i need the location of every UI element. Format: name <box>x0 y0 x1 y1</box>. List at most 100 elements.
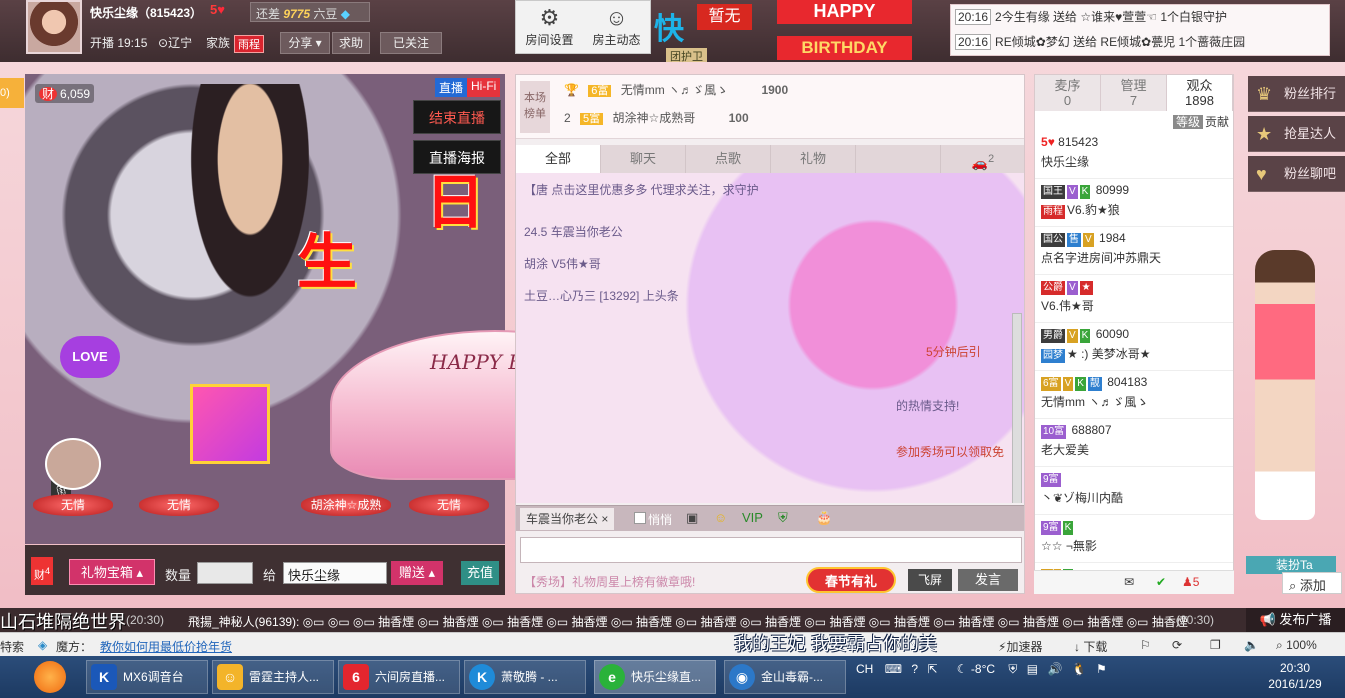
viewer-item[interactable]: 9富 丶❦ゾ梅川内酷 <box>1035 467 1233 515</box>
host-avatar[interactable] <box>26 0 82 54</box>
start-button[interactable] <box>34 661 66 693</box>
emoji-icon[interactable]: ☺ <box>714 510 727 525</box>
tab-chat[interactable]: 聊天 <box>601 145 686 173</box>
chat-scrollbar[interactable] <box>1012 313 1022 503</box>
tab-mic-queue[interactable]: 麦序 0 <box>1035 75 1101 111</box>
viewer-item[interactable]: 国公售 V 1984 点名字进房间冲苏鼎天 <box>1035 227 1233 275</box>
tab-viewers[interactable]: 观众 1898 <box>1167 75 1233 111</box>
accelerator-button[interactable]: ⚡加速器 <box>998 638 1042 655</box>
marquee-time: (20:30) <box>126 613 165 627</box>
gift-box-button[interactable]: 礼物宝箱 ▴ <box>69 559 155 585</box>
viewer-item[interactable]: 6富 V K 靓 804183 无情mm ヽ♬ゞ風ゝ <box>1035 371 1233 419</box>
wealth-badge[interactable]: 财4 <box>31 557 53 585</box>
seat-item[interactable]: 无情 <box>33 494 113 516</box>
ime-indicator[interactable]: CH <box>856 662 873 676</box>
taskbar-item[interactable]: K MX6调音台 <box>86 660 208 694</box>
send-gift-button[interactable]: 赠送 ▴ <box>391 561 443 585</box>
volume-icon[interactable]: 🔊 <box>1047 662 1062 676</box>
help-icon[interactable]: ? <box>911 662 918 676</box>
add-friend-button[interactable]: ⌕ 添加 <box>1282 572 1342 594</box>
magic-link[interactable]: 教你如何用最低价抢年货 <box>100 638 232 655</box>
help-button[interactable]: 求助 <box>332 32 370 54</box>
family-badge[interactable]: 雨程 <box>234 35 264 53</box>
seat-item[interactable]: 胡涂神☆成熟 <box>301 494 391 516</box>
rank-row[interactable]: 🏆 6富 无情mm ヽ♬ゞ風ゝ 1900 <box>564 81 788 107</box>
pointer-icon[interactable]: ⇱ <box>927 662 937 676</box>
flag-icon[interactable]: ⚑ <box>1096 662 1107 676</box>
spring-gift-button[interactable]: 春节有礼 <box>806 567 896 593</box>
app-icon: e <box>599 664 625 690</box>
bday-char: 生 <box>297 229 357 296</box>
family-label: 家族 <box>206 36 231 50</box>
chat-input[interactable] <box>520 537 1022 563</box>
whisper-checkbox[interactable] <box>634 512 646 524</box>
chat-message-area[interactable]: 【唐 点击这里优惠多多 代理求关注，求守护 24.5 车震当你老公 胡涂 V5伟… <box>516 173 1024 503</box>
star-icon: ★ <box>1256 124 1273 144</box>
taskbar-item[interactable]: 6 六间房直播... <box>338 660 460 694</box>
fan-chat-button[interactable]: ♥ 粉丝聊吧 <box>1248 156 1345 192</box>
network-icon[interactable]: ▤ <box>1027 662 1038 676</box>
keyboard-icon[interactable]: ⌨ <box>885 662 902 676</box>
publish-broadcast-button[interactable]: 📢 发布广播 <box>1246 608 1345 632</box>
quantity-input[interactable] <box>197 562 253 584</box>
image-icon[interactable]: ▣ <box>686 510 698 526</box>
mail-icon[interactable]: ✉ <box>1124 575 1134 589</box>
download-button[interactable]: ↓ 下载 <box>1074 638 1107 655</box>
birthday-banner[interactable]: 快 暂无 团护卫 HAPPY BIRTHDAY <box>652 0 942 62</box>
avatar-figure[interactable] <box>1255 250 1315 520</box>
sort-by-level[interactable]: 等级 <box>1172 115 1203 129</box>
browser-status-bar: 特索 ◈ 魔方： 教你如何用最低价抢年货 ⚡加速器 ↓ 下载 ⚐ ⟳ ❐ 🔈 ⌕… <box>0 632 1345 656</box>
vip-icon[interactable]: VIP <box>742 510 763 525</box>
window-icon[interactable]: ❐ <box>1210 638 1221 652</box>
taskbar-item[interactable]: K 萧敬腾 - ... <box>464 660 586 694</box>
temperature[interactable]: -8°C <box>971 662 995 676</box>
chat-message: 土豆…心乃三 [13292] 上头条 <box>524 289 679 303</box>
refresh-icon[interactable]: ⟳ <box>1172 638 1182 652</box>
cake-icon[interactable]: 🎂 <box>816 510 832 526</box>
recharge-button[interactable]: 充值 <box>461 561 499 585</box>
sort-by-contrib[interactable]: 贡献 <box>1205 115 1229 129</box>
viewer-item[interactable]: 男爵 V K 60090 园梦 ★ :) 美梦冰哥★ <box>1035 323 1233 371</box>
tab-car[interactable]: 🚗2 <box>941 145 1024 173</box>
gear-icon: ⚙ <box>539 5 560 30</box>
viewer-item[interactable]: 国王 V K 80999 雨程 V6.豹★狼 <box>1035 179 1233 227</box>
system-clock[interactable]: 20:30 2016/1/29 <box>1260 660 1330 692</box>
viewer-item[interactable]: 5♥ 815423 快乐尘缘 <box>1035 131 1233 179</box>
tab-extra[interactable] <box>856 145 941 173</box>
tab-gift[interactable]: 礼物 <box>771 145 856 173</box>
app-icon: ◉ <box>729 664 755 690</box>
seat-avatar[interactable] <box>45 438 101 490</box>
rank-row[interactable]: 2 5富 胡涂神☆成熟哥 100 <box>564 109 749 135</box>
chat-promo[interactable]: 【秀场】礼物周星上榜有徽章哦! <box>524 573 695 590</box>
tab-song[interactable]: 点歌 <box>686 145 771 173</box>
zoom-control[interactable]: ⌕ 100% <box>1276 638 1317 653</box>
viewer-item[interactable]: 9富 K ☆☆ ¬無影 <box>1035 515 1233 563</box>
recipient-select[interactable]: 快乐尘缘 <box>283 562 387 584</box>
viewer-item[interactable]: 10富 688807 老大爱美 <box>1035 419 1233 467</box>
guard-icon[interactable]: ⛨ <box>778 510 788 526</box>
qq-icon[interactable]: 🐧 <box>1072 662 1087 676</box>
fly-screen-button[interactable]: 飞屏 <box>908 569 952 591</box>
flag-icon[interactable]: ⚐ <box>1140 638 1151 652</box>
star-talent-button[interactable]: ★ 抢星达人 <box>1248 116 1345 152</box>
check-icon[interactable]: ✔ <box>1156 575 1166 589</box>
chat-target-select[interactable]: 车震当你老公 × <box>520 508 615 530</box>
volume-icon[interactable]: 🔈 <box>1244 638 1259 652</box>
taskbar-item[interactable]: e 快乐尘缘直... <box>594 660 716 694</box>
tab-admins[interactable]: 管理 7 <box>1101 75 1167 111</box>
taskbar-item[interactable]: ☺ 雷霆主持人... <box>212 660 334 694</box>
seat-item[interactable]: 无情 <box>139 494 219 516</box>
end-live-button[interactable]: 结束直播 <box>413 100 501 134</box>
shield-icon[interactable]: ⛨ <box>1008 662 1017 676</box>
follow-button[interactable]: 已关注 <box>380 32 442 54</box>
taskbar-item[interactable]: ◉ 金山毒霸-... <box>724 660 846 694</box>
seat-item[interactable]: 无情 <box>409 494 489 516</box>
tab-all[interactable]: 全部 <box>516 145 601 173</box>
chat-message: 5分钟后引 <box>926 345 981 359</box>
send-message-button[interactable]: 发言 <box>958 569 1018 591</box>
host-feed-button[interactable]: ☺ 房主动态 <box>583 1 650 53</box>
room-settings-button[interactable]: ⚙ 房间设置 <box>516 1 583 53</box>
viewer-item[interactable]: 公爵 V ★ V6.伟★哥 <box>1035 275 1233 323</box>
fan-rank-button[interactable]: ♛ 粉丝排行 <box>1248 76 1345 112</box>
share-button[interactable]: 分享 ▾ <box>280 32 330 54</box>
